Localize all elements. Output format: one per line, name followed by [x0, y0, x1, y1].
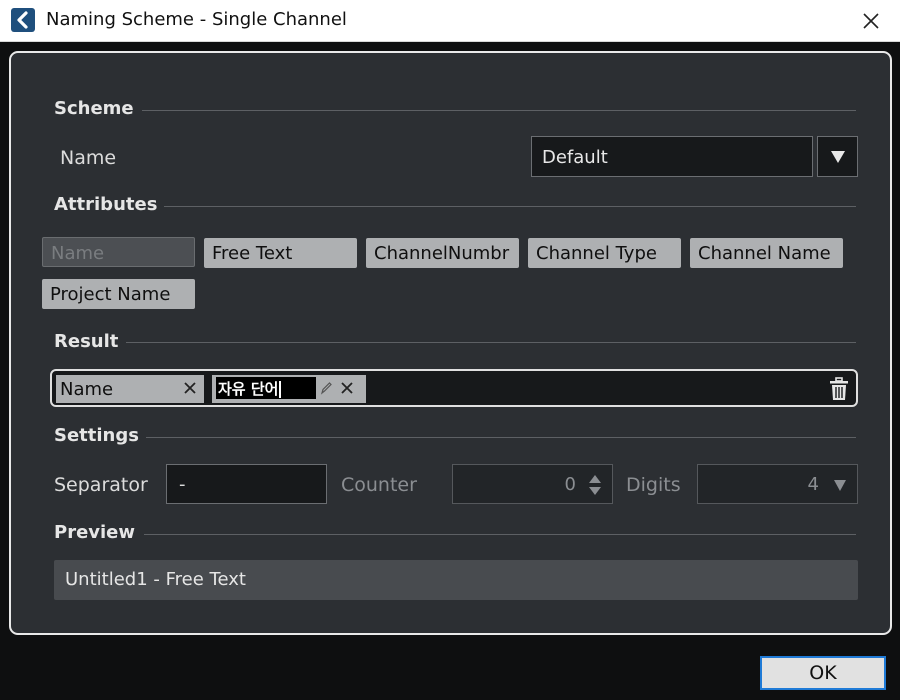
attribute-chip-channel-type[interactable]: Channel Type	[528, 238, 681, 268]
attribute-chip-channel-name[interactable]: Channel Name	[690, 238, 843, 268]
naming-scheme-panel: Scheme Name Default Attributes Name Free…	[9, 51, 892, 635]
result-token-free-text[interactable]: 자유 단어	[212, 375, 366, 403]
window-title: Naming Scheme - Single Channel	[46, 9, 347, 30]
token-input-text: 자유 단어	[218, 380, 279, 398]
attribute-chip-channel-number[interactable]: ChannelNumbr	[366, 238, 519, 268]
counter-label: Counter	[341, 474, 417, 496]
section-divider	[126, 342, 856, 343]
close-icon	[863, 13, 879, 29]
separator-input[interactable]: -	[166, 464, 327, 504]
attribute-chip-name: Name	[42, 237, 195, 267]
section-title-scheme: Scheme	[54, 98, 134, 119]
stepper-arrows-icon[interactable]	[588, 472, 602, 498]
remove-token-icon[interactable]	[182, 380, 198, 396]
section-title-settings: Settings	[54, 425, 139, 446]
trash-icon[interactable]	[828, 377, 850, 401]
attribute-chip-project-name[interactable]: Project Name	[42, 279, 195, 309]
attribute-chip-free-text[interactable]: Free Text	[204, 238, 357, 268]
preview-field: Untitled1 - Free Text	[54, 560, 858, 600]
ok-button[interactable]: OK	[760, 656, 886, 690]
section-divider	[142, 110, 856, 111]
result-token-name[interactable]: Name	[56, 375, 204, 403]
dropdown-arrow-icon	[831, 151, 845, 163]
digits-label: Digits	[626, 474, 681, 496]
counter-stepper[interactable]: 0	[452, 464, 613, 504]
dropdown-arrow-icon	[834, 480, 846, 491]
section-title-preview: Preview	[54, 522, 136, 543]
digits-select[interactable]: 4	[697, 464, 858, 504]
result-token-bar[interactable]: Name 자유 단어	[50, 369, 858, 407]
token-text-input[interactable]: 자유 단어	[216, 377, 316, 399]
section-title-attributes: Attributes	[54, 194, 158, 215]
title-bar[interactable]: Naming Scheme - Single Channel	[0, 0, 900, 42]
scheme-name-label: Name	[60, 147, 117, 169]
scheme-select[interactable]: Default	[531, 136, 813, 177]
counter-value: 0	[564, 474, 576, 495]
scheme-dropdown-button[interactable]	[817, 136, 858, 177]
section-title-result: Result	[54, 331, 119, 352]
cubase-logo-icon	[11, 8, 35, 32]
digits-value: 4	[807, 474, 819, 495]
separator-label: Separator	[54, 474, 148, 496]
close-button[interactable]	[856, 6, 886, 36]
pencil-icon[interactable]	[318, 380, 334, 396]
section-divider	[164, 206, 856, 207]
text-caret	[279, 381, 282, 398]
result-token-label: Name	[60, 379, 114, 400]
section-divider	[146, 437, 856, 438]
remove-token-icon[interactable]	[339, 380, 355, 396]
section-divider	[144, 534, 856, 535]
